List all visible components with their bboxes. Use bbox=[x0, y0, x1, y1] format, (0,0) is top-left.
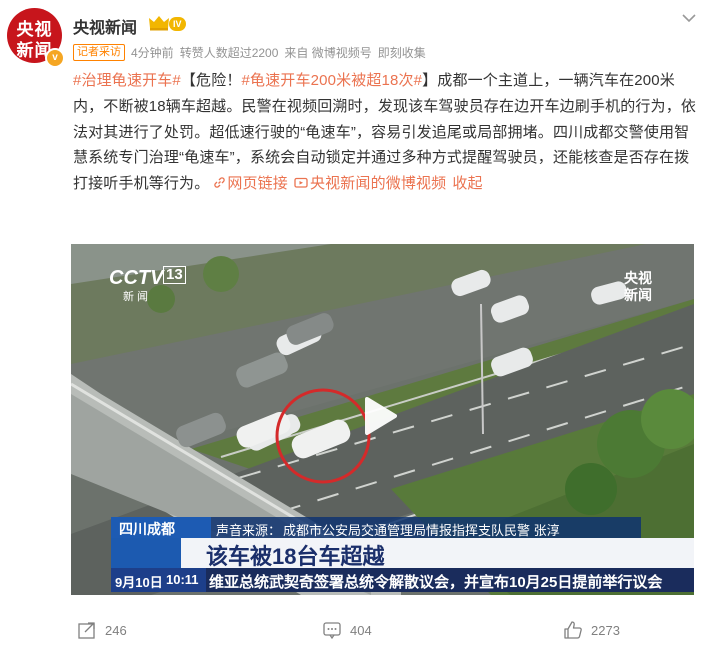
web-link-label: 网页链接 bbox=[227, 175, 288, 193]
post-meta: 记者采访 4分钟前 转赞人数超过2200 来自 微博视频号 即刻收集 bbox=[73, 44, 426, 61]
username[interactable]: 央视新闻 bbox=[73, 14, 137, 38]
collapse-link[interactable]: 收起 bbox=[452, 175, 482, 192]
play-icon[interactable] bbox=[355, 393, 401, 439]
topic-link-1[interactable]: #治理龟速开车# bbox=[73, 72, 181, 89]
crown-icon bbox=[149, 16, 169, 31]
video-link-label: 央视新闻的微博视频 bbox=[309, 175, 447, 193]
cctv-sub: 新 闻 bbox=[123, 291, 149, 303]
repost-button[interactable]: 246 bbox=[77, 620, 127, 640]
caption-source-label: 声音来源： bbox=[216, 523, 282, 538]
video-icon bbox=[294, 178, 308, 188]
reporter-tag: 记者采访 bbox=[73, 44, 125, 61]
watermark-bottom: 新闻 bbox=[624, 287, 652, 303]
comment-icon bbox=[323, 622, 341, 640]
post-text: #治理龟速开车#【危险！#龟速开车200米被超18次#】成都一个主道上，一辆汽车… bbox=[73, 68, 701, 197]
post-time[interactable]: 4分钟前 bbox=[131, 44, 174, 61]
level-badge: IV bbox=[169, 17, 186, 31]
topic-link-2[interactable]: #龟速开车200米被超18次# bbox=[242, 72, 423, 89]
link-icon bbox=[214, 177, 226, 188]
collect-link[interactable]: 即刻收集 bbox=[378, 44, 426, 61]
thumbs-up-icon bbox=[564, 621, 582, 639]
like-count: 2273 bbox=[591, 622, 620, 638]
web-link[interactable]: 网页链接 bbox=[209, 175, 288, 192]
repost-info: 转赞人数超过2200 bbox=[179, 46, 279, 60]
comment-count: 404 bbox=[350, 622, 372, 638]
chevron-down-icon[interactable] bbox=[679, 8, 699, 28]
video-link[interactable]: 央视新闻的微博视频 bbox=[288, 175, 446, 192]
post-text-danger: 【危险！ bbox=[180, 72, 242, 89]
like-button[interactable]: 2273 bbox=[563, 620, 620, 640]
verified-badge-icon: v bbox=[45, 48, 65, 68]
svg-text:CCTV: CCTV bbox=[109, 267, 165, 289]
caption-headline: 该车被18台车超越 bbox=[206, 544, 385, 569]
comment-button[interactable]: 404 bbox=[322, 620, 372, 640]
caption-source-text: 成都市公安局交通管理局情报指挥支队民警 张淳 bbox=[283, 523, 560, 538]
post-source[interactable]: 来自 微博视频号 bbox=[284, 44, 371, 61]
cctv-channel: 13 bbox=[163, 266, 186, 284]
caption-date: 9月10日 bbox=[115, 575, 163, 590]
caption-location: 四川成都 bbox=[119, 521, 175, 537]
repost-icon bbox=[78, 622, 95, 639]
repost-count: 246 bbox=[105, 622, 127, 638]
caption-time: 10:11 bbox=[166, 572, 199, 587]
caption-ticker: 维亚总统武契奇签署总统令解散议会，并宣布10月25日提前举行议会 bbox=[209, 574, 663, 591]
